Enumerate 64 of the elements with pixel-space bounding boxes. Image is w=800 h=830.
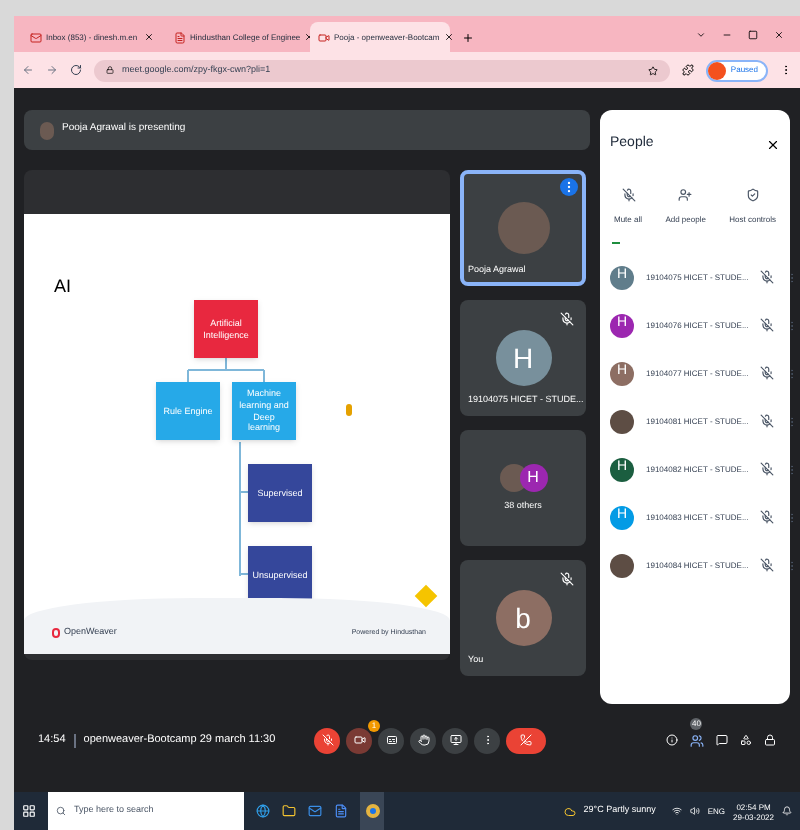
people-icon[interactable] (690, 733, 704, 747)
mic-off-icon (760, 270, 775, 284)
document-icon[interactable] (334, 804, 348, 818)
back-icon[interactable] (22, 64, 34, 76)
chat-icon[interactable] (716, 734, 728, 746)
mic-off-icon (560, 572, 574, 586)
folder-icon[interactable] (282, 804, 296, 818)
mic-off-icon (760, 462, 775, 476)
mic-off-icon (760, 318, 775, 332)
mail-icon[interactable] (308, 804, 322, 818)
shield-icon (745, 187, 760, 201)
new-tab-icon[interactable] (462, 32, 474, 44)
mic-off-icon (321, 734, 333, 746)
weather-icon (563, 805, 576, 817)
camera-button[interactable] (346, 727, 372, 753)
more-options-icon (560, 178, 578, 196)
photo-placeholder (40, 121, 54, 139)
present-screen-icon (449, 734, 461, 746)
hand-button[interactable] (410, 727, 436, 753)
mic-off-icon (760, 510, 775, 524)
slide-title: AI (54, 274, 72, 300)
close-icon[interactable] (766, 137, 780, 152)
hand-icon (417, 734, 429, 746)
search-icon (56, 806, 66, 816)
browser-icon[interactable] (256, 804, 270, 818)
mic-off-icon (760, 558, 775, 572)
end-call-button[interactable] (506, 727, 546, 753)
photo-placeholder (497, 202, 549, 254)
pointer-icon (346, 404, 352, 416)
captions-button[interactable] (378, 727, 404, 753)
mic-off-icon (760, 366, 775, 380)
present-button[interactable] (442, 727, 468, 753)
end-call-icon (520, 734, 532, 746)
connector-line (238, 442, 248, 578)
minimize-icon[interactable] (722, 30, 732, 40)
mail-icon (30, 31, 42, 43)
browser-logo-icon (365, 804, 379, 818)
add-person-icon (678, 187, 693, 201)
lock-icon[interactable] (106, 66, 114, 74)
wifi-icon[interactable] (671, 806, 682, 816)
mic-button[interactable] (314, 727, 340, 753)
video-icon (318, 31, 330, 43)
captions-icon (385, 734, 397, 746)
logo-icon (52, 628, 60, 639)
photo-placeholder (610, 409, 634, 433)
document-icon (174, 31, 186, 43)
mic-off-icon (760, 414, 775, 428)
tab-search-icon[interactable] (696, 30, 706, 40)
video-icon (353, 734, 365, 746)
maximize-icon[interactable] (748, 30, 758, 40)
photo-placeholder (610, 553, 634, 577)
info-icon[interactable] (666, 734, 678, 746)
mic-off-icon (621, 187, 635, 201)
lock-icon[interactable] (764, 734, 776, 746)
connector-line (186, 358, 266, 382)
start-icon[interactable] (22, 804, 36, 818)
browser-icon[interactable] (360, 792, 384, 830)
extensions-icon[interactable] (682, 64, 695, 76)
activities-icon[interactable] (740, 734, 752, 746)
notification-icon[interactable] (782, 806, 792, 816)
bookmark-icon[interactable] (648, 65, 659, 75)
mic-off-icon (560, 312, 574, 326)
volume-icon[interactable] (689, 806, 700, 816)
reload-icon[interactable] (70, 64, 82, 76)
